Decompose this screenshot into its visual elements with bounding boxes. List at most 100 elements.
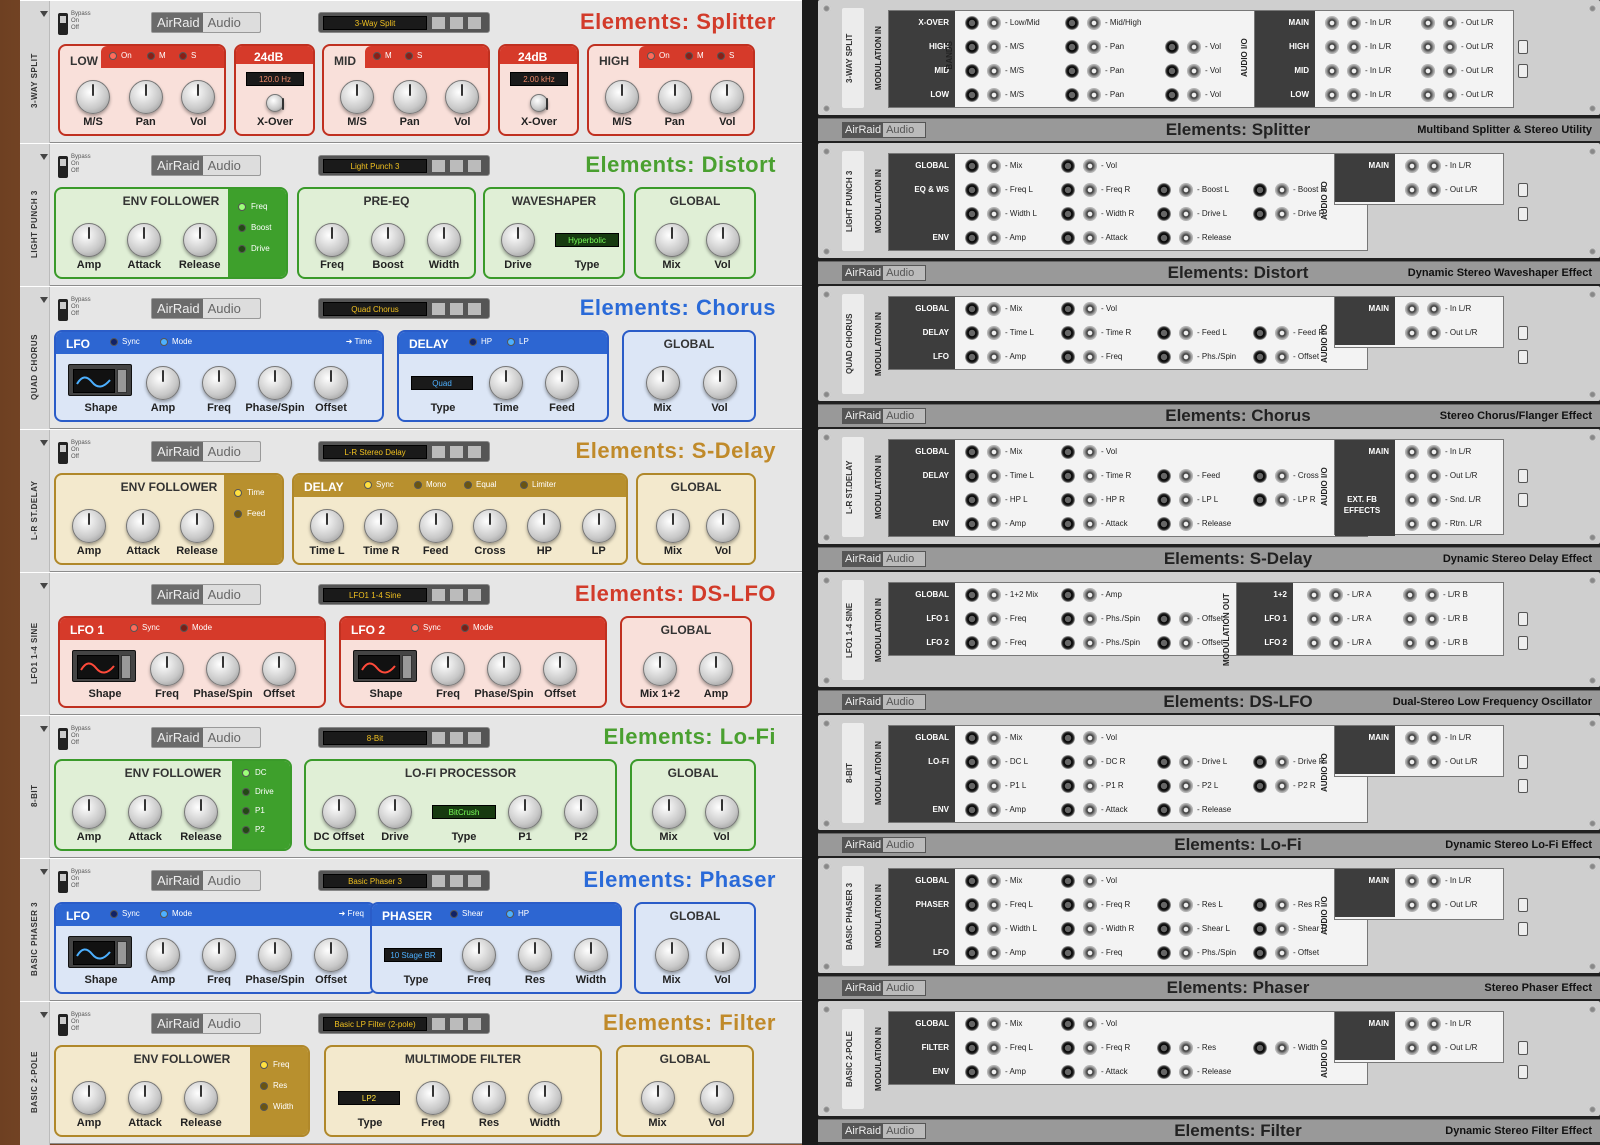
waveform-selector[interactable]: [353, 650, 417, 682]
cv-input-jack[interactable]: [987, 588, 1001, 602]
audio-jack-l[interactable]: [1405, 1017, 1419, 1031]
cv-input-jack[interactable]: [1179, 469, 1193, 483]
bypass-switch[interactable]: [58, 13, 68, 35]
cv-trim-knob[interactable]: [965, 1041, 979, 1055]
cv-trim-knob[interactable]: [965, 302, 979, 316]
knob-boost[interactable]: [371, 223, 405, 257]
xover-knob[interactable]: [530, 94, 548, 112]
device-name-label[interactable]: LFO1 1-4 SINE: [30, 603, 46, 703]
patch-name-display[interactable]: Basic Phaser 3: [323, 874, 427, 888]
knob-offset[interactable]: [262, 652, 296, 686]
cv-input-jack[interactable]: [987, 16, 1001, 30]
knob-m-s[interactable]: [605, 80, 639, 114]
cv-trim-knob[interactable]: [1061, 755, 1075, 769]
knob-freq[interactable]: [150, 652, 184, 686]
cv-input-jack[interactable]: [987, 493, 1001, 507]
patch-name-display[interactable]: Quad Chorus: [323, 302, 427, 316]
cv-trim-knob[interactable]: [1061, 1041, 1075, 1055]
cv-input-jack[interactable]: [1083, 231, 1097, 245]
fold-triangle-icon[interactable]: [40, 11, 48, 17]
bypass-switch[interactable]: [58, 728, 68, 750]
cv-input-jack[interactable]: [1083, 588, 1097, 602]
cv-trim-knob[interactable]: [1061, 159, 1075, 173]
cv-trim-knob[interactable]: [965, 1065, 979, 1079]
knob-freq[interactable]: [202, 366, 236, 400]
fold-triangle-icon[interactable]: [40, 726, 48, 732]
knob-res[interactable]: [472, 1081, 506, 1115]
env-led-p1[interactable]: [242, 807, 250, 815]
audio-jack-r[interactable]: [1347, 40, 1361, 54]
browse-patch-button[interactable]: [467, 445, 482, 459]
next-patch-button[interactable]: [449, 588, 464, 602]
type-display[interactable]: Hyperbolic: [555, 233, 619, 247]
knob-release[interactable]: [184, 795, 218, 829]
cv-input-jack[interactable]: [987, 612, 1001, 626]
audio-jack-r[interactable]: [1443, 64, 1457, 78]
env-led-p2[interactable]: [242, 826, 250, 834]
led-s[interactable]: [405, 52, 413, 60]
knob-vol[interactable]: [702, 366, 737, 400]
cv-input-jack[interactable]: [987, 159, 1001, 173]
cv-trim-knob[interactable]: [1253, 326, 1267, 340]
led-sync[interactable]: [130, 624, 138, 632]
cv-input-jack[interactable]: [1275, 779, 1289, 793]
audio-jack-r[interactable]: [1427, 302, 1441, 316]
audio-jack-l[interactable]: [1405, 445, 1419, 459]
device-name-label[interactable]: L-R ST.DELAY: [30, 460, 46, 560]
audio-jack-r[interactable]: [1427, 874, 1441, 888]
led-sync[interactable]: [110, 338, 118, 346]
knob-amp[interactable]: [699, 652, 733, 686]
audio-jack-r[interactable]: [1427, 183, 1441, 197]
xover-knob[interactable]: [266, 94, 284, 112]
audio-jack-l[interactable]: [1307, 612, 1321, 626]
cv-trim-knob[interactable]: [1253, 922, 1267, 936]
knob-amp[interactable]: [146, 366, 180, 400]
next-patch-button[interactable]: [449, 16, 464, 30]
cv-input-jack[interactable]: [1179, 779, 1193, 793]
audio-jack-l[interactable]: [1307, 588, 1321, 602]
cv-input-jack[interactable]: [1179, 517, 1193, 531]
led-m[interactable]: [147, 52, 155, 60]
led-shear[interactable]: [450, 910, 458, 918]
knob-time-l[interactable]: [310, 509, 344, 543]
env-led-feed[interactable]: [234, 510, 242, 518]
cv-trim-knob[interactable]: [1253, 350, 1267, 364]
cv-input-jack[interactable]: [1083, 922, 1097, 936]
knob-amp[interactable]: [72, 795, 106, 829]
env-led-time[interactable]: [234, 489, 242, 497]
cv-input-jack[interactable]: [1083, 159, 1097, 173]
cv-trim-knob[interactable]: [1061, 1017, 1075, 1031]
cv-input-jack[interactable]: [1087, 64, 1101, 78]
cv-input-jack[interactable]: [987, 326, 1001, 340]
cv-input-jack[interactable]: [1083, 517, 1097, 531]
cv-input-jack[interactable]: [987, 231, 1001, 245]
device-name-label[interactable]: LIGHT PUNCH 3: [30, 174, 46, 274]
audio-jack-l[interactable]: [1405, 1041, 1419, 1055]
patch-name-display[interactable]: 3-Way Split: [323, 16, 427, 30]
bypass-switch[interactable]: [58, 156, 68, 178]
env-led-boost[interactable]: [238, 224, 246, 232]
cv-trim-knob[interactable]: [1157, 1041, 1171, 1055]
audio-jack-r[interactable]: [1427, 159, 1441, 173]
cv-trim-knob[interactable]: [965, 755, 979, 769]
knob-amp[interactable]: [72, 1081, 106, 1115]
knob-mix[interactable]: [656, 509, 690, 543]
led-hp[interactable]: [506, 910, 514, 918]
cv-input-jack[interactable]: [987, 779, 1001, 793]
led-sync[interactable]: [364, 481, 372, 489]
fold-triangle-icon[interactable]: [40, 869, 48, 875]
knob-mix-1-2[interactable]: [643, 652, 677, 686]
cv-input-jack[interactable]: [987, 183, 1001, 197]
cv-trim-knob[interactable]: [1157, 326, 1171, 340]
knob-drive[interactable]: [501, 223, 535, 257]
cv-input-jack[interactable]: [1187, 40, 1201, 54]
audio-jack-l[interactable]: [1405, 898, 1419, 912]
cv-input-jack[interactable]: [987, 874, 1001, 888]
cv-trim-knob[interactable]: [1157, 1065, 1171, 1079]
audio-jack-l[interactable]: [1405, 183, 1419, 197]
audio-jack-l[interactable]: [1405, 517, 1419, 531]
cv-trim-knob[interactable]: [1061, 469, 1075, 483]
audio-jack-r[interactable]: [1443, 88, 1457, 102]
audio-jack-l[interactable]: [1403, 636, 1417, 650]
cv-input-jack[interactable]: [1083, 612, 1097, 626]
